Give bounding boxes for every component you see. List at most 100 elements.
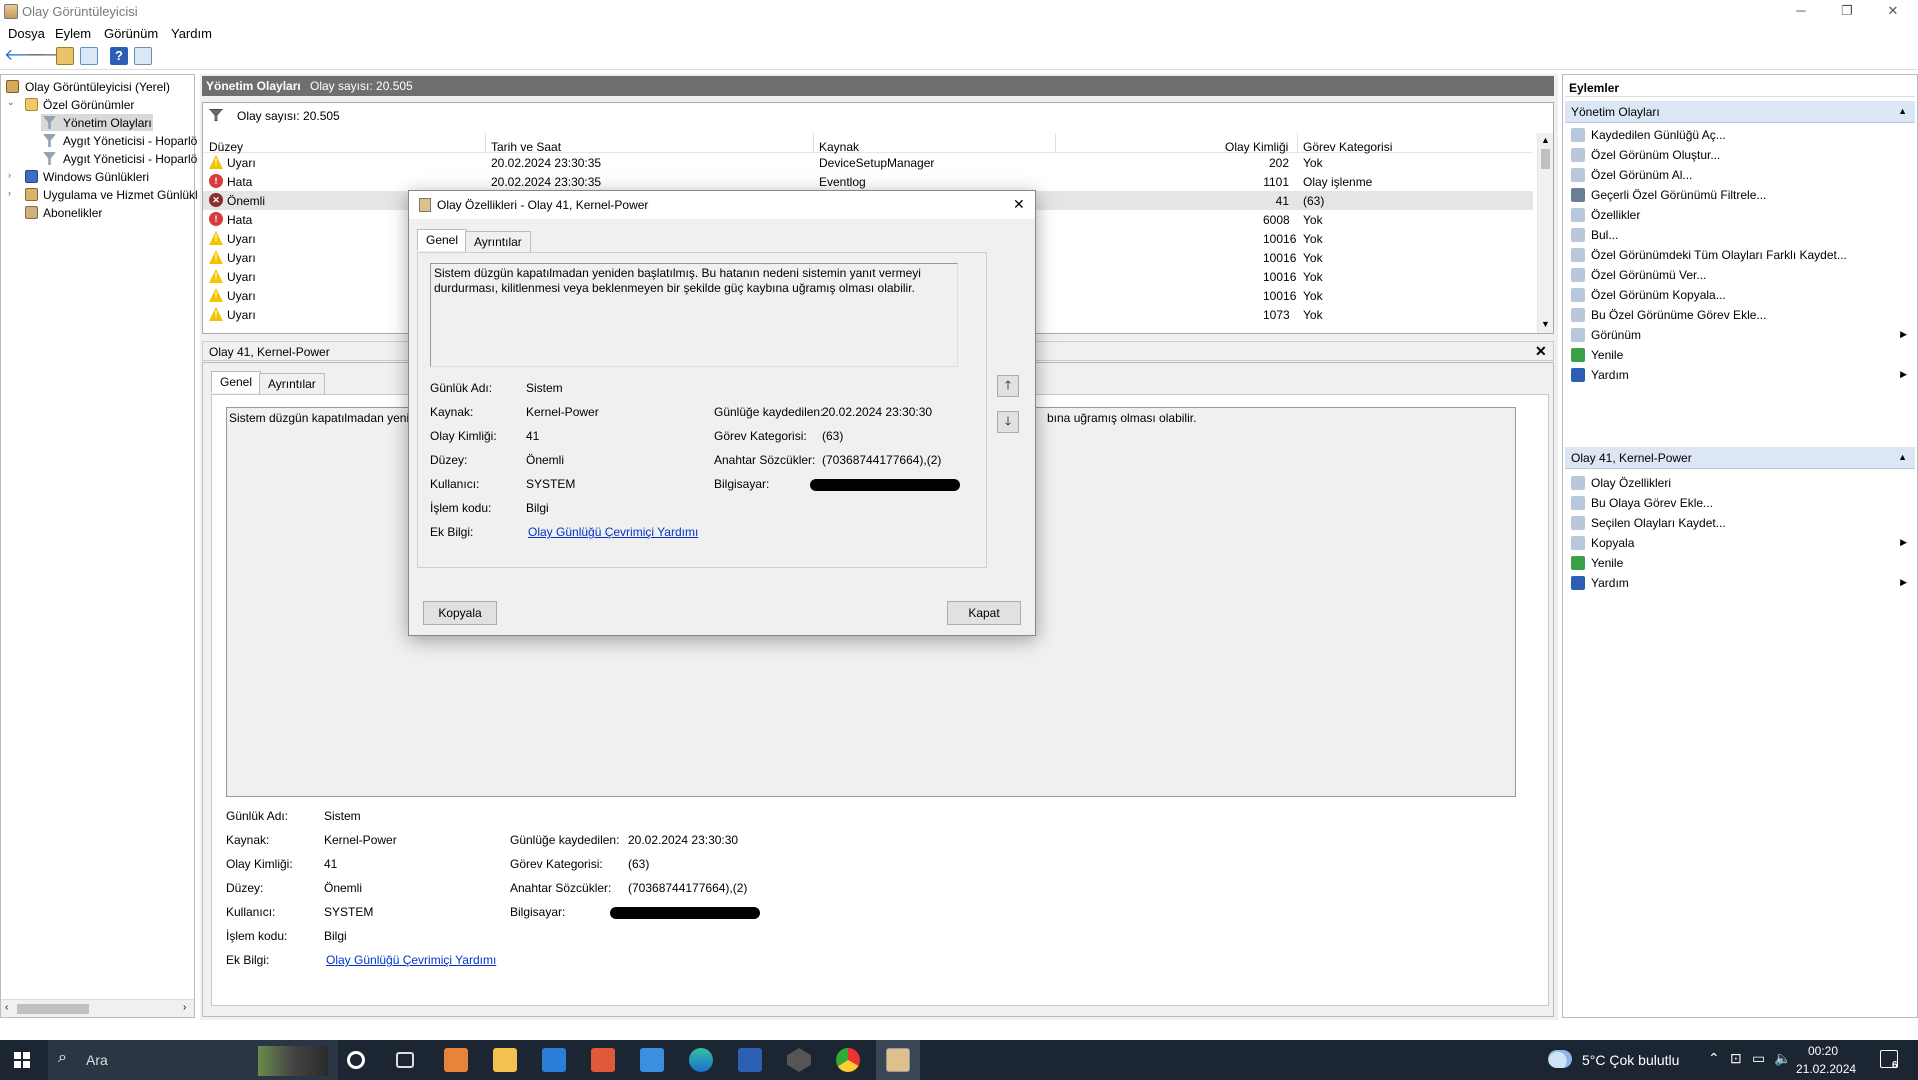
action-item[interactable]: Kopyala ▶ xyxy=(1565,533,1915,553)
action-item[interactable]: Kaydedilen Günlüğü Aç... xyxy=(1565,125,1915,145)
copy-button[interactable]: Kopyala xyxy=(423,601,497,625)
action-item[interactable]: Yenile xyxy=(1565,345,1915,365)
maximize-button[interactable]: ❐ xyxy=(1824,0,1870,24)
scroll-left-icon[interactable]: ‹ xyxy=(5,1002,8,1013)
close-button[interactable]: Kapat xyxy=(947,601,1021,625)
media-player-icon[interactable] xyxy=(444,1048,468,1072)
network-icon[interactable]: ⊡ xyxy=(1730,1050,1742,1067)
edge-icon[interactable] xyxy=(689,1048,713,1072)
action-item[interactable]: Yenile xyxy=(1565,553,1915,573)
clock-date[interactable]: 21.02.2024 xyxy=(1796,1062,1856,1076)
volume-icon[interactable]: 🔈 xyxy=(1774,1050,1791,1067)
file-explorer-icon[interactable] xyxy=(493,1048,517,1072)
action-item[interactable]: Geçerli Özel Görünümü Filtrele... xyxy=(1565,185,1915,205)
menu-yardim[interactable]: Yardım xyxy=(171,26,212,41)
action-item[interactable]: Özel Görünüm Kopyala... xyxy=(1565,285,1915,305)
help-icon[interactable]: ? xyxy=(110,47,128,65)
dialog-message[interactable]: Sistem düzgün kapatılmadan yeniden başla… xyxy=(430,263,958,367)
tree-subscriptions[interactable]: Abonelikler xyxy=(43,206,102,220)
expand-chevron-icon[interactable]: ⌄ xyxy=(7,97,15,108)
expand-chevron-icon[interactable]: › xyxy=(8,188,11,198)
action-item[interactable]: Özellikler xyxy=(1565,205,1915,225)
close-detail-icon[interactable]: ✕ xyxy=(1535,343,1547,360)
expand-chevron-icon[interactable]: › xyxy=(8,170,11,180)
event-viewer-taskbar-icon[interactable] xyxy=(886,1048,910,1072)
action-item[interactable]: Yardım ▶ xyxy=(1565,365,1915,385)
dialog-close-icon[interactable]: ✕ xyxy=(1013,196,1025,213)
next-event-button[interactable]: 🡓 xyxy=(997,411,1019,433)
folder-up-icon[interactable] xyxy=(56,47,74,65)
console-tree-icon[interactable] xyxy=(80,47,98,65)
collapse-icon[interactable]: ▲ xyxy=(1898,106,1907,116)
action-item[interactable]: Özel Görünüm Al... xyxy=(1565,165,1915,185)
start-windows-icon[interactable] xyxy=(14,1052,30,1068)
table-row[interactable]: ! Uyarı 20.02.2024 23:30:35 DeviceSetupMana… xyxy=(203,153,1533,172)
scroll-thumb[interactable] xyxy=(1541,149,1550,169)
dialog-tab-genel[interactable]: Genel xyxy=(417,229,468,251)
chrome-icon[interactable] xyxy=(836,1048,860,1072)
search-box[interactable]: ⌕ Ara xyxy=(48,1040,338,1080)
scroll-up-icon[interactable]: ▲ xyxy=(1541,135,1550,145)
action-item[interactable]: Özel Görünümdeki Tüm Olayları Farklı Kay… xyxy=(1565,245,1915,265)
action-item[interactable]: Özel Görünüm Oluştur... xyxy=(1565,145,1915,165)
col-source[interactable]: Kaynak xyxy=(819,140,859,154)
store-icon[interactable] xyxy=(640,1048,664,1072)
back-arrow-icon[interactable]: 🡐 xyxy=(4,47,47,65)
horizontal-scrollbar[interactable]: ‹ › xyxy=(1,999,194,1017)
section-event-41[interactable]: Olay 41, Kernel-Power ▲ xyxy=(1565,447,1915,469)
scroll-right-icon[interactable]: › xyxy=(183,1002,186,1013)
mail-icon[interactable] xyxy=(542,1048,566,1072)
row-event-id: 1101 xyxy=(1263,175,1289,189)
cortana-icon[interactable] xyxy=(347,1051,365,1069)
more-info-link[interactable]: Olay Günlüğü Çevrimiçi Yardımı xyxy=(326,953,496,967)
dlg-more-info-link[interactable]: Olay Günlüğü Çevrimiçi Yardımı xyxy=(528,525,698,539)
app-icon[interactable] xyxy=(591,1048,615,1072)
col-task[interactable]: Görev Kategorisi xyxy=(1303,140,1392,154)
action-pane-icon[interactable] xyxy=(134,47,152,65)
action-item[interactable]: Seçilen Olayları Kaydet... xyxy=(1565,513,1915,533)
action-item[interactable]: Bul... xyxy=(1565,225,1915,245)
tree-root[interactable]: Olay Görüntüleyicisi (Yerel) xyxy=(25,80,170,94)
clock-time[interactable]: 00:20 xyxy=(1808,1044,1838,1058)
table-row[interactable]: ! Hata 20.02.2024 23:30:35 Eventlog 1101 Olay… xyxy=(203,172,1533,191)
weather-cloud-icon[interactable] xyxy=(1548,1050,1572,1068)
task-view-icon[interactable] xyxy=(396,1052,414,1068)
tab-genel[interactable]: Genel xyxy=(211,371,262,393)
menu-dosya[interactable]: Dosya xyxy=(8,26,45,41)
action-item[interactable]: Özel Görünümü Ver... xyxy=(1565,265,1915,285)
collapse-icon[interactable]: ▲ xyxy=(1898,452,1907,462)
close-window-button[interactable]: ✕ xyxy=(1870,0,1916,24)
import-view-icon xyxy=(1571,168,1585,182)
tree-device-manager-1[interactable]: Aygıt Yöneticisi - Hoparlö xyxy=(63,134,197,148)
action-item[interactable]: Görünüm ▶ xyxy=(1565,325,1915,345)
scroll-down-icon[interactable]: ▼ xyxy=(1541,319,1550,329)
action-item[interactable]: Bu Özel Görünüme Görev Ekle... xyxy=(1565,305,1915,325)
menu-gorunum[interactable]: Görünüm xyxy=(104,26,158,41)
scroll-thumb[interactable] xyxy=(17,1004,89,1014)
dialog-tab-ayrintilar[interactable]: Ayrıntılar xyxy=(465,231,531,253)
tray-chevron-up-icon[interactable]: ⌃ xyxy=(1708,1050,1720,1067)
col-event-id[interactable]: Olay Kimliği xyxy=(1225,140,1288,154)
remote-icon[interactable] xyxy=(738,1048,762,1072)
display-icon[interactable]: ▭ xyxy=(1752,1050,1765,1067)
menu-eylem[interactable]: Eylem xyxy=(55,26,91,41)
hex-app-icon[interactable] xyxy=(787,1048,811,1072)
action-item[interactable]: Bu Olaya Görev Ekle... xyxy=(1565,493,1915,513)
forward-arrow-icon[interactable]: 🡒 xyxy=(25,47,68,65)
vertical-scrollbar[interactable]: ▲ ▼ xyxy=(1537,133,1553,333)
action-item[interactable]: Olay Özellikleri xyxy=(1565,473,1915,493)
tree-windows-logs[interactable]: Windows Günlükleri xyxy=(43,170,149,184)
weather-text[interactable]: 5°C Çok bulutlu xyxy=(1582,1052,1679,1068)
tree-custom-views[interactable]: Özel Görünümler xyxy=(43,98,134,112)
tab-ayrintilar[interactable]: Ayrıntılar xyxy=(259,373,325,395)
section-admin-events[interactable]: Yönetim Olayları ▲ xyxy=(1565,101,1915,123)
tree-app-service-logs[interactable]: Uygulama ve Hizmet Günlükl xyxy=(43,188,198,202)
action-item[interactable]: Yardım ▶ xyxy=(1565,573,1915,593)
minimize-button[interactable]: ─ xyxy=(1778,0,1824,24)
col-date[interactable]: Tarih ve Saat xyxy=(491,140,561,154)
col-level[interactable]: Düzey xyxy=(209,140,243,154)
tree-device-manager-2[interactable]: Aygıt Yöneticisi - Hoparlö xyxy=(63,152,197,166)
dlg-log-name-value: Sistem xyxy=(526,381,563,395)
tree-admin-events[interactable]: Yönetim Olayları xyxy=(63,116,152,130)
previous-event-button[interactable]: 🡑 xyxy=(997,375,1019,397)
